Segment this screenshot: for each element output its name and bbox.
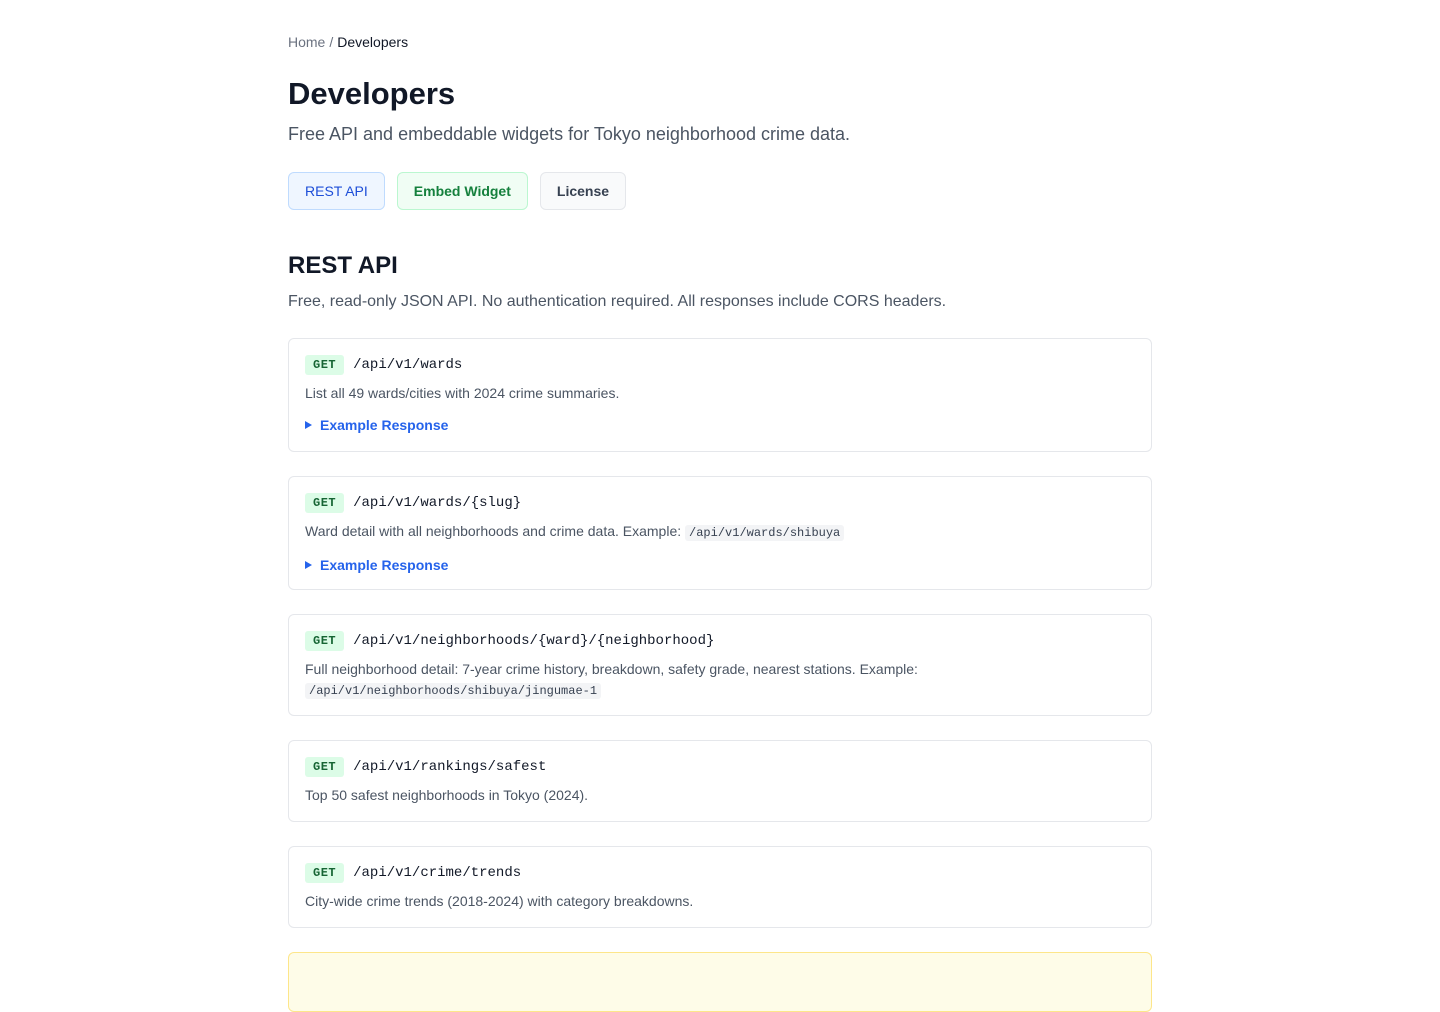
endpoint-example-code: /api/v1/wards/shibuya	[685, 525, 845, 541]
method-badge: GET	[305, 355, 345, 375]
endpoint-path: /api/v1/crime/trends	[353, 865, 522, 881]
tab-license[interactable]: License	[539, 172, 627, 210]
endpoint-description: Top 50 safest neighborhoods in Tokyo (20…	[305, 787, 589, 803]
section-tabs: REST API Embed Widget License	[288, 172, 627, 210]
endpoint-card-ward-detail: GET /api/v1/wards/{slug} Ward detail wit…	[288, 476, 1152, 590]
breadcrumb: Home / Developers	[288, 32, 408, 52]
endpoint-description-text: Ward detail with all neighborhoods and c…	[305, 523, 682, 539]
example-response-toggle[interactable]: Example Response	[305, 555, 1135, 575]
endpoint-path: /api/v1/rankings/safest	[353, 759, 547, 775]
endpoint-card-crime-trends: GET /api/v1/crime/trends City-wide crime…	[288, 846, 1152, 928]
tab-rest-api[interactable]: REST API	[288, 172, 385, 210]
caret-right-icon	[305, 561, 312, 569]
page-title: Developers	[288, 76, 456, 111]
endpoint-description: Full neighborhood detail: 7-year crime h…	[305, 659, 1135, 701]
page-subtitle: Free API and embeddable widgets for Toky…	[288, 124, 851, 144]
caret-right-icon	[305, 421, 312, 429]
notice-box	[288, 952, 1152, 1012]
endpoint-path: /api/v1/wards/{slug}	[353, 495, 522, 511]
endpoint-description: City-wide crime trends (2018-2024) with …	[305, 893, 694, 909]
method-badge: GET	[305, 631, 345, 651]
endpoint-header: GET /api/v1/rankings/safest	[305, 757, 1135, 777]
endpoint-header: GET /api/v1/crime/trends	[305, 863, 1135, 883]
endpoint-header: GET /api/v1/wards/{slug}	[305, 493, 1135, 513]
endpoint-example-code: /api/v1/neighborhoods/shibuya/jingumae-1	[305, 683, 602, 699]
endpoint-header: GET /api/v1/neighborhoods/{ward}/{neighb…	[305, 631, 1135, 651]
endpoint-description-text: Full neighborhood detail: 7-year crime h…	[305, 661, 918, 677]
endpoint-card-neighborhood-detail: GET /api/v1/neighborhoods/{ward}/{neighb…	[288, 614, 1152, 716]
example-response-label: Example Response	[320, 417, 449, 433]
breadcrumb-separator: /	[329, 34, 334, 50]
endpoint-card-wards: GET /api/v1/wards List all 49 wards/citi…	[288, 338, 1152, 452]
endpoint-path: /api/v1/wards	[353, 357, 463, 373]
example-response-toggle[interactable]: Example Response	[305, 415, 1135, 435]
endpoint-description: List all 49 wards/cities with 2024 crime…	[305, 385, 620, 401]
endpoint-header: GET /api/v1/wards	[305, 355, 1135, 375]
tab-embed-widget[interactable]: Embed Widget	[396, 172, 528, 210]
endpoint-path: /api/v1/neighborhoods/{ward}/{neighborho…	[353, 633, 715, 649]
example-response-label: Example Response	[320, 557, 449, 573]
method-badge: GET	[305, 757, 345, 777]
method-badge: GET	[305, 493, 345, 513]
rest-api-section-description: Free, read-only JSON API. No authenticat…	[288, 293, 947, 310]
method-badge: GET	[305, 863, 345, 883]
endpoint-card-rankings-safest: GET /api/v1/rankings/safest Top 50 safes…	[288, 740, 1152, 822]
breadcrumb-home-link[interactable]: Home	[288, 34, 325, 50]
endpoint-description: Ward detail with all neighborhoods and c…	[305, 521, 1135, 543]
rest-api-section-title: REST API	[288, 252, 398, 279]
breadcrumb-current: Developers	[337, 34, 409, 50]
